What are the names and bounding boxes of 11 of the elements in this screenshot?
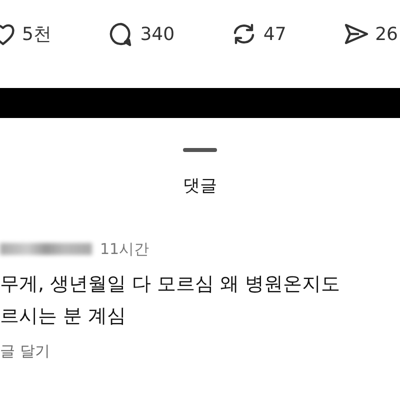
- comment-time: 11시간: [100, 238, 150, 260]
- send-icon[interactable]: [343, 21, 370, 47]
- reply-link[interactable]: 글 달기: [0, 340, 50, 362]
- sheet-title: 댓글: [183, 175, 217, 198]
- comment-text-line: 르시는 분 계심: [0, 305, 126, 327]
- drag-handle[interactable]: [183, 148, 217, 152]
- action-count: 47: [263, 22, 286, 46]
- action-count: 26: [375, 22, 398, 46]
- action-count: 340: [140, 22, 175, 46]
- comment-text-line: 무게, 생년월일 다 모르심 왜 병원온지도: [0, 273, 340, 295]
- action-count: 5천: [22, 22, 52, 46]
